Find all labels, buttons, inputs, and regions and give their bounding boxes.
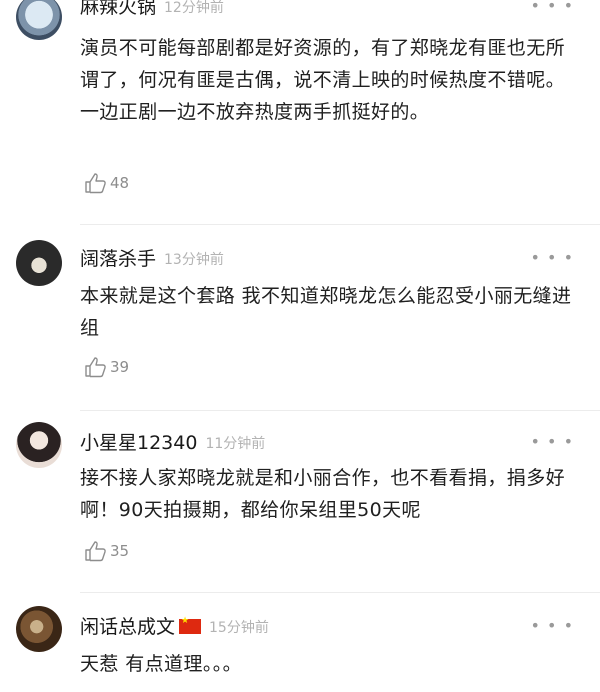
comment-text: 本来就是这个套路 我不知道郑晓龙怎么能忍受小丽无缝进组 xyxy=(80,285,572,339)
username[interactable]: 小星星12340 11分钟前 xyxy=(80,428,265,455)
username-text[interactable]: 麻辣火锅 xyxy=(80,0,156,18)
like-button[interactable]: 39 xyxy=(84,356,129,378)
like-button[interactable]: 35 xyxy=(84,540,129,562)
thumbs-up-icon xyxy=(85,173,106,194)
comment-text: 天惹 有点道理。。。 xyxy=(80,653,243,675)
timestamp: 12分钟前 xyxy=(164,0,224,16)
thumbs-up-icon xyxy=(85,541,106,562)
divider xyxy=(80,410,600,411)
avatar[interactable] xyxy=(16,0,62,40)
username-text[interactable]: 闲话总成文 xyxy=(80,616,175,638)
more-options-icon[interactable]: • • • xyxy=(531,248,574,267)
username[interactable]: 麻辣火锅 12分钟前 xyxy=(80,0,224,19)
more-options-icon[interactable]: • • • xyxy=(531,432,574,451)
timestamp: 15分钟前 xyxy=(209,620,269,636)
divider xyxy=(80,592,600,593)
more-options-icon[interactable]: • • • xyxy=(531,0,574,15)
username[interactable]: 闲话总成文 15分钟前 xyxy=(80,612,269,639)
like-count: 48 xyxy=(110,174,130,192)
avatar[interactable] xyxy=(16,606,62,652)
comment-text: 演员不可能每部剧都是好资源的，有了郑晓龙有匪也无所谓了，何况有匪是古偶，说不清上… xyxy=(80,37,566,123)
comment-text: 接不接人家郑晓龙就是和小丽合作，也不看看捐，捐多好啊！90天拍摄期，都给你呆组里… xyxy=(80,467,566,521)
username[interactable]: 阔落杀手 13分钟前 xyxy=(80,244,224,271)
china-flag-icon xyxy=(179,616,202,634)
avatar[interactable] xyxy=(16,422,62,468)
thumbs-up-icon xyxy=(85,357,106,378)
username-text[interactable]: 小星星12340 xyxy=(80,432,197,454)
timestamp: 13分钟前 xyxy=(164,252,224,268)
more-options-icon[interactable]: • • • xyxy=(531,616,574,635)
avatar[interactable] xyxy=(16,240,62,286)
like-count: 35 xyxy=(110,542,130,560)
username-text[interactable]: 阔落杀手 xyxy=(80,248,156,270)
timestamp: 11分钟前 xyxy=(205,436,266,452)
divider xyxy=(80,224,600,225)
like-count: 39 xyxy=(110,358,130,376)
like-button[interactable]: 48 xyxy=(84,172,129,194)
